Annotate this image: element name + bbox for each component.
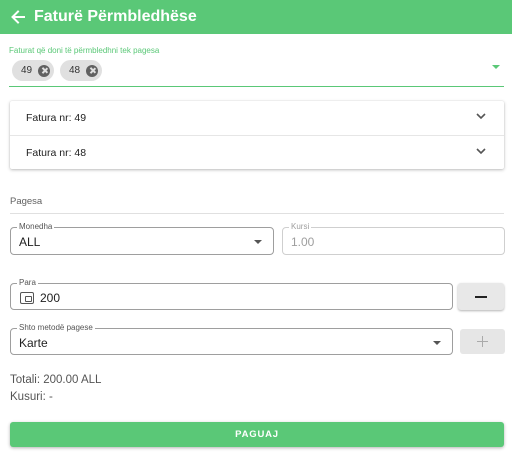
change-amount: Kusuri: -: [10, 391, 53, 403]
arrow-left-icon: [11, 10, 25, 24]
invoice-multiselect[interactable]: Faturat që doni të përmbledhni tek pages…: [9, 46, 504, 87]
invoice-accordion-item[interactable]: Fatura nr: 49: [10, 101, 504, 135]
invoice-chip: 48: [60, 60, 102, 81]
payment-method-select[interactable]: Shto metodë pagese Karte: [10, 323, 453, 355]
payment-method-label: Shto metodë pagese: [17, 323, 95, 333]
remove-payment-button[interactable]: [458, 283, 504, 310]
remove-chip-icon[interactable]: [38, 64, 51, 77]
chevron-down-icon: [476, 113, 486, 120]
total-amount: Totali: 200.00 ALL: [10, 374, 102, 386]
invoice-accordion-label: Fatura nr: 49: [26, 112, 87, 124]
invoice-accordion-item[interactable]: Fatura nr: 48: [10, 135, 504, 169]
add-payment-method-button[interactable]: [460, 329, 505, 354]
section-divider: [10, 213, 504, 214]
dropdown-caret-icon: [433, 341, 441, 345]
currency-value: ALL: [19, 235, 41, 249]
remove-chip-icon[interactable]: [86, 64, 99, 77]
exchange-rate-value: 1.00: [291, 235, 315, 249]
invoice-chip-label: 49: [21, 65, 33, 76]
back-button[interactable]: [1, 0, 35, 34]
invoice-accordion: Fatura nr: 49 Fatura nr: 48: [10, 101, 504, 169]
wallet-icon: [20, 292, 34, 304]
money-label: Para: [17, 278, 38, 288]
exchange-rate-label: Kursi: [289, 222, 312, 232]
invoice-multiselect-label: Faturat që doni të përmbledhni tek pages…: [9, 46, 160, 55]
page-title: Faturë Përmbledhëse: [34, 8, 197, 25]
payment-section-title: Pagesa: [10, 196, 43, 207]
currency-label: Monedha: [17, 222, 55, 232]
payment-method-value: Karte: [19, 336, 48, 350]
pay-button[interactable]: PAGUAJ: [10, 422, 504, 447]
currency-select[interactable]: Monedha ALL: [10, 222, 274, 255]
invoice-chip-label: 48: [69, 65, 81, 76]
app-bar: Faturë Përmbledhëse: [0, 0, 512, 34]
invoice-chip: 49: [12, 60, 54, 81]
dropdown-caret-icon[interactable]: [492, 65, 500, 69]
money-value: 200: [40, 291, 61, 305]
dropdown-caret-icon: [254, 240, 262, 244]
invoice-accordion-label: Fatura nr: 48: [26, 146, 87, 159]
exchange-rate-field: Kursi 1.00: [282, 222, 505, 255]
money-input[interactable]: Para 200: [10, 278, 453, 310]
chevron-down-icon: [476, 148, 486, 155]
